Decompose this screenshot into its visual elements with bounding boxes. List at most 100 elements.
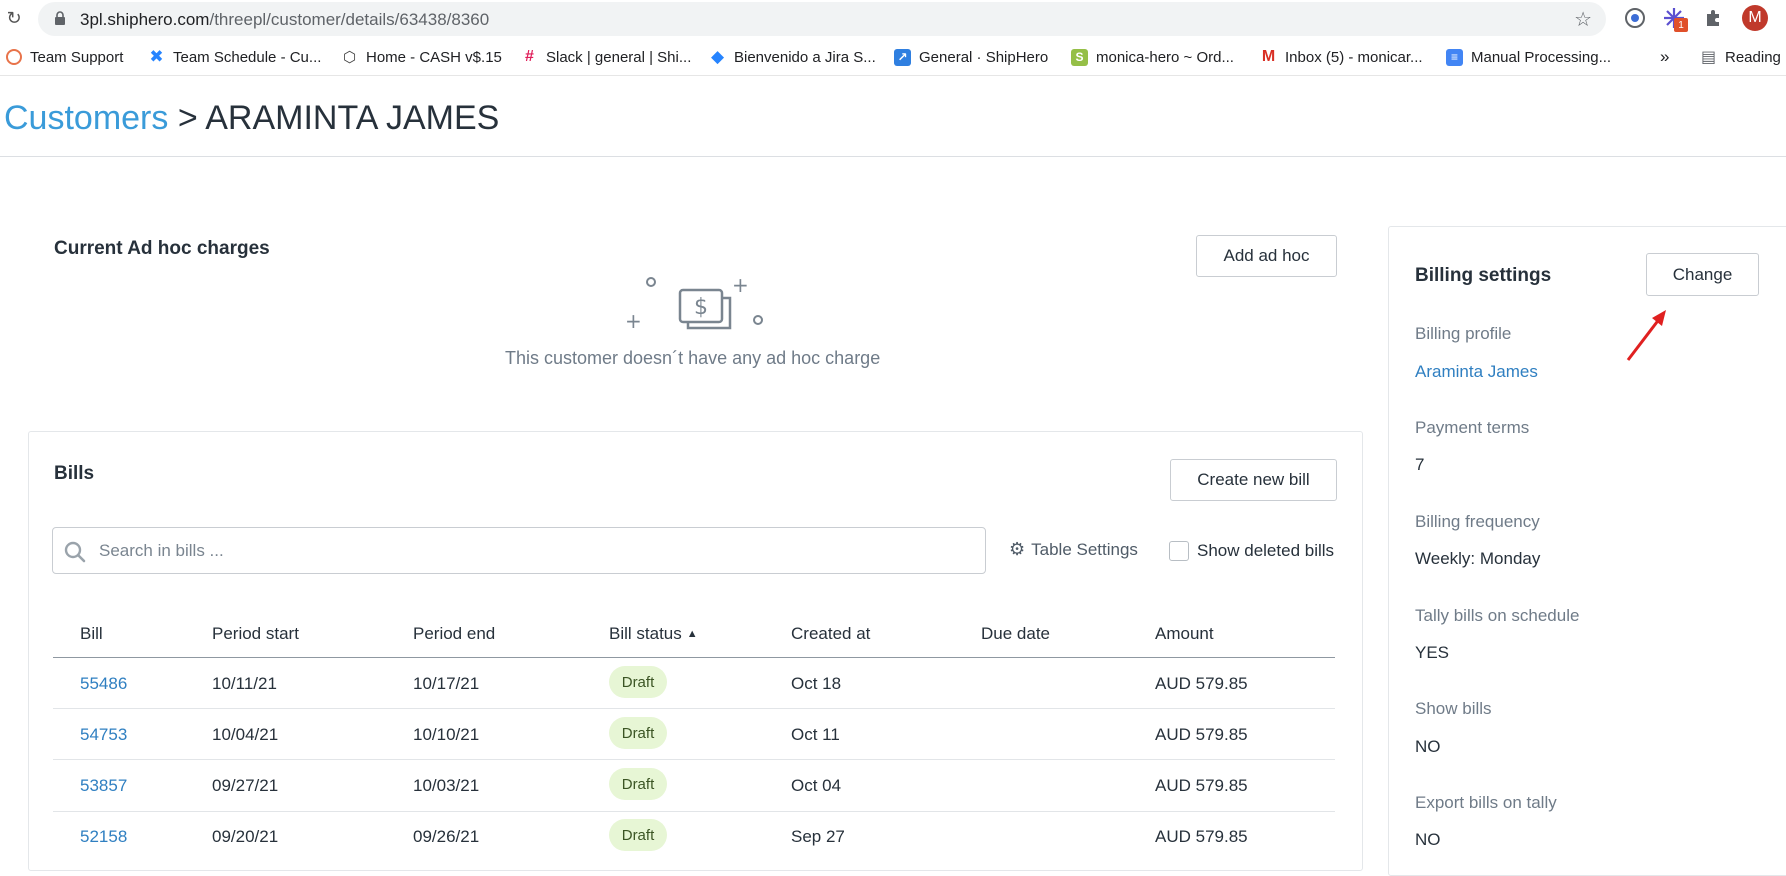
bookmarks-overflow-button[interactable]: »	[1660, 47, 1669, 67]
payment-terms-label: Payment terms	[1415, 418, 1530, 437]
search-icon	[64, 541, 86, 563]
tally-schedule-label: Tally bills on schedule	[1415, 606, 1580, 625]
bookmarks-bar: Team Support ✖ Team Schedule - Cu... ⬡ Hom…	[0, 38, 1786, 76]
status-badge: Draft	[609, 819, 667, 851]
search-input[interactable]: Search in bills ...	[99, 541, 224, 561]
table-header-divider	[53, 657, 1335, 658]
status-badge: Draft	[609, 666, 667, 698]
period-start: 09/27/21	[212, 776, 279, 795]
col-period-start[interactable]: Period start	[212, 624, 299, 644]
billing-frequency-value: Weekly: Monday	[1415, 549, 1541, 568]
tally-schedule-value: YES	[1415, 643, 1450, 662]
created-at: Oct 11	[791, 725, 840, 744]
show-deleted-label[interactable]: Show deleted bills	[1197, 541, 1334, 561]
extensions-puzzle-icon[interactable]	[1702, 6, 1726, 30]
sort-asc-icon: ▲	[686, 628, 698, 640]
extension-spark-icon[interactable]: 1	[1662, 6, 1688, 32]
bookmark-team-support[interactable]: Team Support	[6, 47, 123, 67]
period-end: 10/17/21	[413, 674, 480, 693]
bill-link[interactable]: 53857	[80, 776, 127, 796]
export-bills-value: NO	[1415, 830, 1441, 849]
bookmark-manual-processing[interactable]: ≡ Manual Processing...	[1446, 47, 1611, 67]
jira-icon: ◆	[710, 47, 725, 66]
export-bills-label: Export bills on tally	[1415, 793, 1557, 812]
billing-profile-link[interactable]: Araminta James	[1415, 362, 1538, 382]
created-at: Oct 18	[791, 674, 842, 693]
billing-frequency-label: Billing frequency	[1415, 512, 1540, 531]
address-bar[interactable]: 3pl.shiphero.com/threepl/customer/detail…	[38, 2, 1606, 36]
col-due-date[interactable]: Due date	[981, 624, 1050, 644]
extension-badge: 1	[1674, 18, 1688, 32]
change-billing-button[interactable]: Change	[1646, 253, 1759, 296]
bookmark-team-schedule[interactable]: ✖ Team Schedule - Cu...	[148, 47, 321, 67]
bills-title: Bills	[54, 463, 95, 484]
status-badge: Draft	[609, 768, 667, 800]
amount: AUD 579.85	[1155, 827, 1248, 846]
bill-link[interactable]: 54753	[80, 725, 127, 745]
empty-adhoc-message: This customer doesn´t have any ad hoc ch…	[505, 348, 881, 368]
empty-charges-icon: + + $	[625, 273, 763, 333]
amount: AUD 579.85	[1155, 776, 1248, 795]
bookmark-star-icon[interactable]: ☆	[1574, 7, 1592, 32]
confluence-icon: ✖	[149, 47, 164, 66]
bills-panel	[28, 431, 1363, 871]
slack-icon: #	[525, 48, 534, 65]
browser-toolbar: ↻ 3pl.shiphero.com/threepl/customer/deta…	[0, 0, 1786, 38]
period-end: 10/03/21	[413, 776, 480, 795]
amount: AUD 579.85	[1155, 674, 1248, 693]
bookmark-home-cash[interactable]: ⬡ Home - CASH v$.15	[341, 47, 502, 67]
col-created-at[interactable]: Created at	[791, 624, 870, 644]
reload-icon[interactable]: ↻	[4, 8, 24, 28]
docs-icon: ≡	[1446, 48, 1463, 66]
bookmark-jira[interactable]: ◆ Bienvenido a Jira S...	[709, 47, 876, 67]
created-at: Oct 04	[791, 776, 842, 795]
svg-text:+: +	[625, 309, 642, 333]
billing-profile-label: Billing profile	[1415, 324, 1512, 343]
reading-list-icon: ▤	[1700, 49, 1717, 66]
row-divider	[53, 811, 1335, 812]
period-end: 09/26/21	[413, 827, 480, 846]
billing-settings-title: Billing settings	[1415, 265, 1552, 286]
team-support-icon	[6, 49, 22, 65]
add-adhoc-button[interactable]: Add ad hoc	[1196, 235, 1337, 277]
table-settings-button[interactable]: ⚙ Table Settings	[1009, 539, 1138, 560]
col-period-end[interactable]: Period end	[413, 624, 495, 644]
show-bills-value: NO	[1415, 737, 1441, 756]
breadcrumb-customers-link[interactable]: Customers	[4, 99, 168, 137]
bookmark-shiphero-general[interactable]: ↗ General · ShipHero	[894, 47, 1048, 67]
svg-text:+: +	[732, 273, 749, 297]
row-divider	[53, 759, 1335, 760]
create-new-bill-button[interactable]: Create new bill	[1170, 459, 1337, 501]
bookmark-inbox[interactable]: M Inbox (5) - monicar...	[1260, 47, 1423, 67]
show-bills-label: Show bills	[1415, 699, 1492, 718]
page-header: Customers > ARAMINTA JAMES	[0, 77, 1786, 157]
gear-icon: ⚙	[1009, 539, 1026, 559]
period-start: 09/20/21	[212, 827, 279, 846]
show-deleted-checkbox[interactable]	[1169, 541, 1189, 561]
annotation-arrow-icon	[1626, 310, 1666, 361]
page-title: ARAMINTA JAMES	[205, 99, 500, 137]
period-end: 10/10/21	[413, 725, 480, 744]
col-amount[interactable]: Amount	[1155, 624, 1214, 644]
reading-list-button[interactable]: ▤ Reading	[1700, 47, 1781, 67]
lock-icon	[55, 11, 65, 25]
amount: AUD 579.85	[1155, 725, 1248, 744]
period-start: 10/11/21	[212, 674, 277, 693]
adhoc-title: Current Ad hoc charges	[54, 238, 270, 259]
bill-link[interactable]: 52158	[80, 827, 127, 847]
extension-shield-icon[interactable]	[1623, 6, 1647, 30]
bills-search[interactable]: Search in bills ...	[52, 527, 986, 574]
svg-text:$: $	[694, 295, 708, 320]
url-text: 3pl.shiphero.com/threepl/customer/detail…	[80, 10, 490, 29]
col-bill[interactable]: Bill	[80, 624, 103, 644]
shiphero-icon: ↗	[894, 48, 911, 66]
bill-link[interactable]: 55486	[80, 674, 127, 694]
profile-avatar[interactable]: M	[1742, 5, 1768, 31]
status-badge: Draft	[609, 717, 667, 749]
gmail-icon: M	[1261, 48, 1276, 65]
row-divider	[53, 708, 1335, 709]
bookmark-monica-hero[interactable]: Smonica-hero ~ Ord...	[1071, 47, 1234, 67]
col-bill-status[interactable]: Bill status ▲	[609, 624, 698, 644]
shopify-icon: S	[1071, 48, 1088, 66]
bookmark-slack[interactable]: # Slack | general | Shi...	[521, 47, 691, 67]
